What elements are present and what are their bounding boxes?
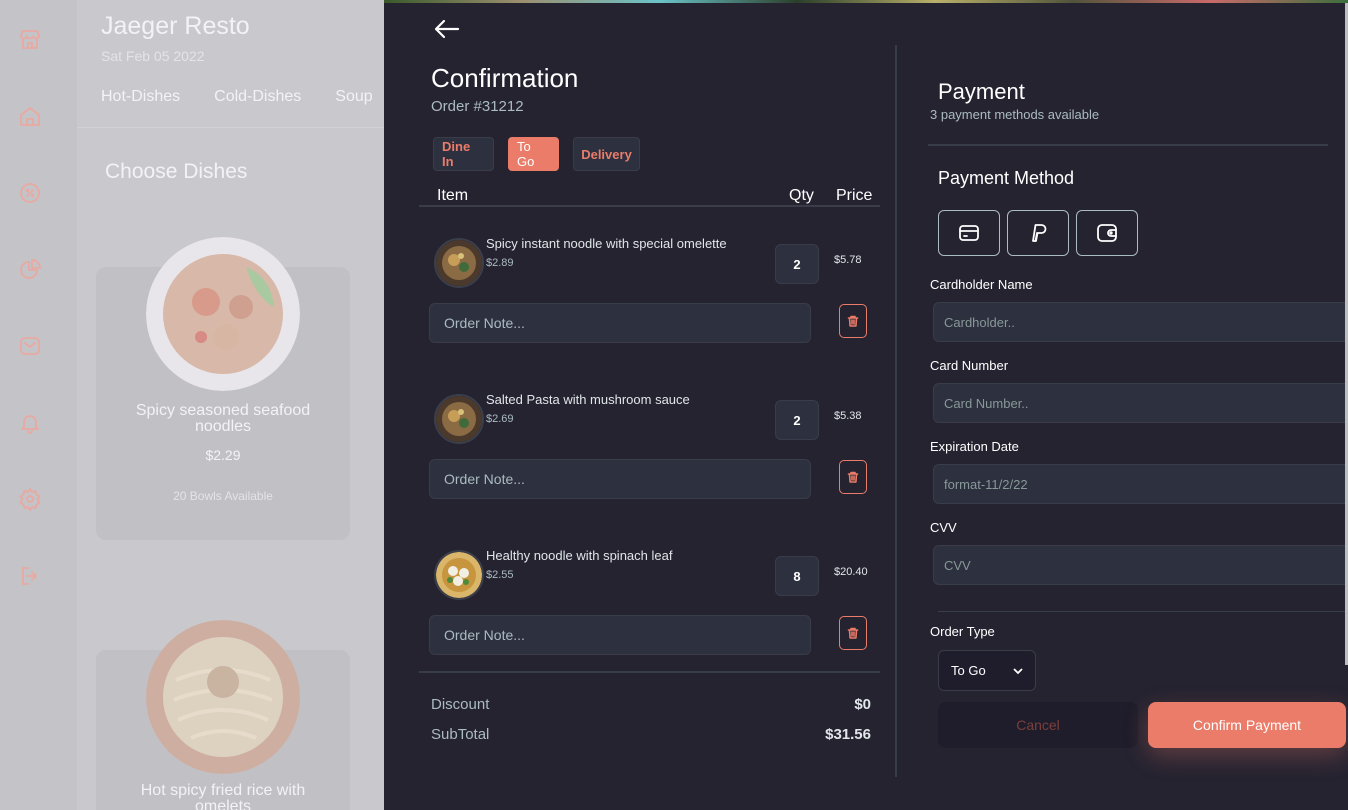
dish-name: Hot spicy fried rice with omelets bbox=[140, 782, 306, 810]
wallet-button[interactable] bbox=[1076, 210, 1138, 256]
main-menu-area: Jaeger Resto Sat Feb 05 2022 Hot-Dishes … bbox=[77, 0, 384, 810]
cardholder-input[interactable]: Cardholder.. bbox=[933, 302, 1348, 342]
cardholder-label: Cardholder Name bbox=[930, 277, 1033, 292]
section-title: Choose Dishes bbox=[105, 160, 248, 183]
dish-card[interactable]: Hot spicy fried rice with omelets bbox=[96, 620, 350, 810]
paypal-button[interactable] bbox=[1007, 210, 1069, 256]
cvv-input[interactable]: CVV bbox=[933, 545, 1348, 585]
card-number-input[interactable]: Card Number.. bbox=[933, 383, 1348, 423]
item-unit-price: $2.69 bbox=[486, 413, 514, 425]
panel-separator bbox=[895, 45, 897, 777]
dish-image bbox=[146, 237, 300, 391]
tab-cold-dishes[interactable]: Cold-Dishes bbox=[214, 88, 301, 106]
item-name: Spicy instant noodle with special omelet… bbox=[486, 236, 727, 251]
item-name: Salted Pasta with mushroom sauce bbox=[486, 392, 690, 407]
mail-icon[interactable] bbox=[18, 334, 42, 358]
dish-name: Spicy seasoned seafood noodles bbox=[135, 402, 311, 435]
item-name: Healthy noodle with spinach leaf bbox=[486, 548, 673, 563]
confirm-payment-button[interactable]: Confirm Payment bbox=[1148, 702, 1346, 748]
item-unit-price: $2.89 bbox=[486, 257, 514, 269]
order-type-select[interactable]: To Go bbox=[938, 650, 1036, 691]
credit-card-button[interactable] bbox=[938, 210, 1000, 256]
store-icon[interactable] bbox=[18, 27, 42, 51]
order-type-label: Order Type bbox=[930, 624, 995, 639]
sidebar bbox=[0, 0, 77, 810]
category-tabs: Hot-Dishes Cold-Dishes Soup bbox=[101, 88, 373, 106]
item-qty[interactable]: 8 bbox=[775, 556, 819, 596]
discount-icon[interactable] bbox=[18, 181, 42, 205]
column-item: Item bbox=[437, 187, 469, 204]
dish-card[interactable]: Spicy seasoned seafood noodles $2.29 20 … bbox=[96, 237, 350, 540]
payment-subtitle: 3 payment methods available bbox=[930, 107, 1100, 122]
order-type-dine-in[interactable]: Dine In bbox=[433, 137, 494, 171]
confirmation-title: Confirmation bbox=[431, 63, 579, 93]
gear-icon[interactable] bbox=[18, 487, 42, 511]
item-qty[interactable]: 2 bbox=[775, 400, 819, 440]
current-date: Sat Feb 05 2022 bbox=[101, 48, 205, 64]
order-note-input[interactable]: Order Note... bbox=[429, 303, 811, 343]
paypal-icon bbox=[1032, 224, 1047, 242]
restaurant-name: Jaeger Resto bbox=[101, 12, 250, 40]
wallet-icon bbox=[1097, 224, 1117, 242]
order-type-to-go[interactable]: To Go bbox=[508, 137, 559, 171]
order-type-value: To Go bbox=[951, 663, 986, 678]
delete-item-button[interactable] bbox=[839, 460, 867, 494]
dish-image bbox=[146, 620, 300, 774]
payment-divider bbox=[928, 144, 1328, 146]
delete-item-button[interactable] bbox=[839, 616, 867, 650]
menu-header: Jaeger Resto Sat Feb 05 2022 Hot-Dishes … bbox=[77, 0, 384, 128]
column-qty: Qty bbox=[789, 187, 814, 204]
discount-value: $0 bbox=[854, 696, 871, 713]
home-icon[interactable] bbox=[18, 104, 42, 128]
item-image bbox=[434, 550, 484, 600]
item-total: $5.38 bbox=[834, 410, 862, 422]
order-number: Order #31212 bbox=[431, 98, 524, 115]
subtotal-label: SubTotal bbox=[431, 726, 490, 743]
order-type-delivery[interactable]: Delivery bbox=[573, 137, 640, 171]
expiration-label: Expiration Date bbox=[930, 439, 1019, 454]
payment-title: Payment bbox=[938, 79, 1025, 104]
card-number-label: Card Number bbox=[930, 358, 1009, 373]
delete-item-button[interactable] bbox=[839, 304, 867, 338]
header-divider bbox=[419, 205, 880, 207]
item-image bbox=[434, 394, 484, 444]
subtotal-value: $31.56 bbox=[825, 726, 871, 743]
dish-availability: 20 Bowls Available bbox=[173, 489, 273, 503]
column-price: Price bbox=[836, 187, 873, 204]
chevron-down-icon bbox=[1013, 667, 1023, 674]
order-note-input[interactable]: Order Note... bbox=[429, 459, 811, 499]
expiration-input[interactable]: format-11/2/22 bbox=[933, 464, 1348, 504]
cvv-label: CVV bbox=[930, 520, 957, 535]
trash-icon bbox=[847, 471, 859, 483]
item-image bbox=[434, 238, 484, 288]
tab-soup[interactable]: Soup bbox=[335, 88, 372, 106]
payment-method-title: Payment Method bbox=[938, 168, 1075, 188]
tab-hot-dishes[interactable]: Hot-Dishes bbox=[101, 88, 180, 106]
order-type-divider bbox=[938, 611, 1348, 612]
item-unit-price: $2.55 bbox=[486, 569, 514, 581]
confirmation-panel: Confirmation Order #31212 Dine In To Go … bbox=[384, 3, 1348, 810]
bell-icon[interactable] bbox=[18, 411, 42, 435]
back-arrow-icon[interactable] bbox=[434, 17, 460, 41]
trash-icon bbox=[847, 315, 859, 327]
item-qty[interactable]: 2 bbox=[775, 244, 819, 284]
dish-price: $2.29 bbox=[205, 447, 241, 463]
trash-icon bbox=[847, 627, 859, 639]
cancel-button[interactable]: Cancel bbox=[938, 702, 1138, 748]
order-note-input[interactable]: Order Note... bbox=[429, 615, 811, 655]
pie-chart-icon[interactable] bbox=[18, 258, 42, 282]
logout-icon[interactable] bbox=[18, 564, 42, 588]
item-total: $5.78 bbox=[834, 254, 862, 266]
discount-label: Discount bbox=[431, 696, 490, 713]
summary-divider bbox=[419, 671, 880, 673]
item-total: $20.40 bbox=[834, 566, 868, 578]
credit-card-icon bbox=[959, 225, 979, 241]
